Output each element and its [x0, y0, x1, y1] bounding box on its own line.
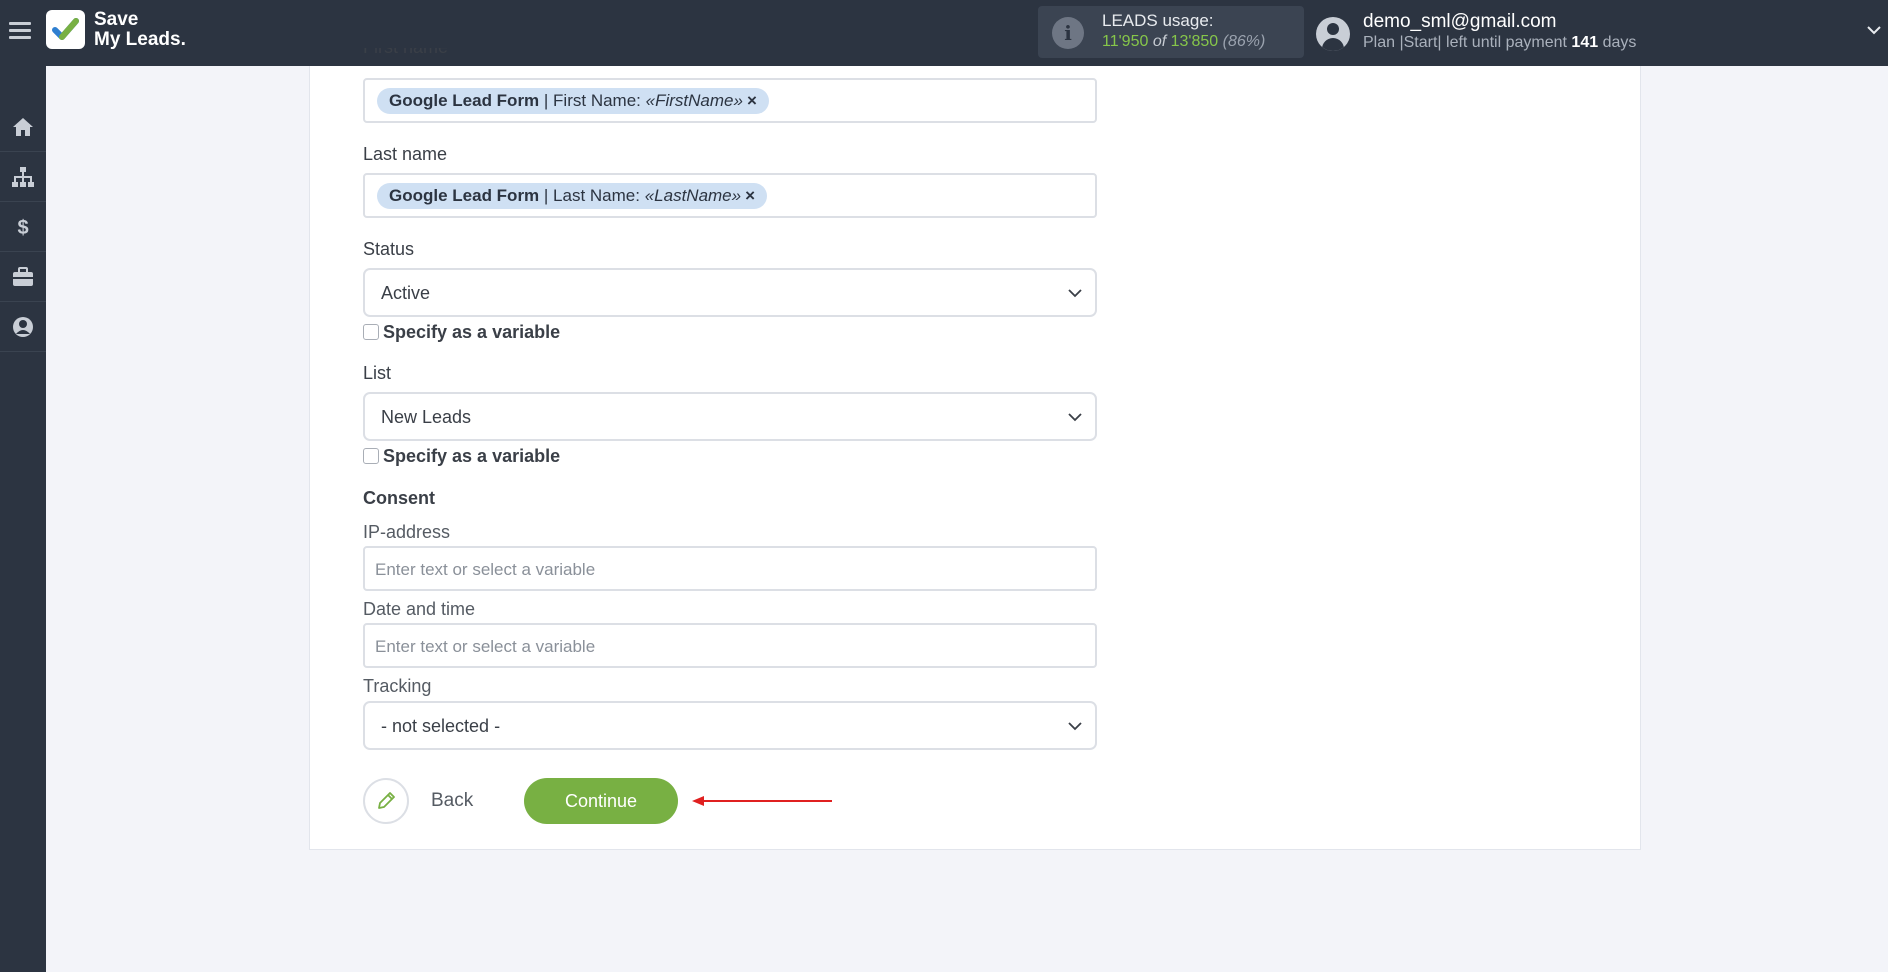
tracking-label: Tracking — [363, 676, 432, 696]
chip-source: Google Lead Form — [389, 91, 540, 110]
back-label[interactable]: Back — [431, 790, 473, 812]
status-variable-row[interactable]: Specify as a variable — [363, 321, 560, 343]
plan-info: Plan |Start| left until payment 141 days — [1363, 34, 1636, 52]
list-select[interactable]: New Leads — [363, 392, 1097, 441]
chip-source: Google Lead Form — [389, 186, 540, 205]
remove-chip-icon[interactable]: × — [747, 91, 757, 110]
date-time-placeholder: Enter text or select a variable — [375, 637, 596, 656]
svg-text:$: $ — [17, 217, 28, 239]
continue-button[interactable]: Continue — [524, 778, 678, 824]
tracking-select[interactable]: - not selected - — [363, 701, 1097, 750]
dollar-icon: $ — [17, 217, 28, 239]
home-icon — [13, 117, 33, 136]
date-time-label: Date and time — [363, 599, 476, 619]
logo-text[interactable]: Save My Leads. — [94, 10, 186, 50]
sidebar-item-home[interactable] — [0, 102, 46, 152]
chevron-down-icon — [1068, 722, 1082, 731]
status-value: Active — [381, 283, 431, 303]
chip-variable: «LastName» — [644, 186, 742, 205]
ip-address-label: IP-address — [363, 522, 451, 542]
top-bar: Save My Leads. i LEADS usage: 11'950 of … — [0, 0, 1888, 66]
list-variable-checkbox[interactable] — [363, 448, 379, 464]
sidebar: $ — [0, 66, 46, 972]
usage-value: 11'950 of 13'850 (86%) — [1102, 33, 1265, 51]
status-select[interactable]: Active — [363, 268, 1097, 317]
back-button[interactable]: Back — [363, 778, 473, 824]
sidebar-item-connections[interactable] — [0, 152, 46, 202]
usage-percent: (86%) — [1222, 33, 1266, 50]
info-icon[interactable]: i — [1052, 17, 1084, 49]
logo-line1: Save — [94, 9, 139, 30]
list-variable-row[interactable]: Specify as a variable — [363, 445, 560, 467]
sidebar-item-tools[interactable] — [0, 252, 46, 302]
menu-icon[interactable] — [9, 22, 31, 40]
chevron-down-icon — [1068, 413, 1082, 422]
list-value: New Leads — [381, 407, 472, 427]
list-label: List — [363, 363, 392, 383]
plan-days: 141 — [1571, 34, 1599, 51]
plan-prefix: Plan |Start| left until payment — [1363, 34, 1567, 51]
user-email[interactable]: demo_sml@gmail.com — [1363, 11, 1557, 33]
logo-icon[interactable] — [46, 10, 85, 49]
first-name-chip[interactable]: Google Lead Form | First Name: «FirstNam… — [377, 88, 769, 114]
pencil-icon[interactable] — [363, 778, 409, 824]
usage-total: 13'850 — [1170, 33, 1219, 50]
last-name-label: Last name — [363, 144, 448, 164]
chevron-down-icon[interactable] — [1866, 22, 1882, 38]
remove-chip-icon[interactable]: × — [745, 186, 755, 205]
first-name-label: First name — [363, 48, 448, 62]
briefcase-icon — [13, 266, 33, 286]
usage-title: LEADS usage: — [1102, 11, 1214, 30]
first-name-field[interactable]: Google Lead Form | First Name: «FirstNam… — [363, 78, 1097, 123]
ip-address-input[interactable]: Enter text or select a variable — [363, 546, 1097, 591]
logo-line2: My Leads. — [94, 29, 186, 50]
sitemap-icon — [12, 166, 34, 187]
usage-used: 11'950 — [1102, 33, 1149, 50]
plan-suffix: days — [1602, 34, 1637, 51]
date-time-input[interactable]: Enter text or select a variable — [363, 623, 1097, 668]
consent-heading: Consent — [363, 488, 435, 508]
last-name-field[interactable]: Google Lead Form | Last Name: «LastName»… — [363, 173, 1097, 218]
status-label: Status — [363, 239, 415, 259]
chip-field: | First Name: — [539, 91, 646, 110]
sidebar-item-billing[interactable]: $ — [0, 202, 46, 252]
chevron-down-icon — [1068, 289, 1082, 298]
status-variable-label: Specify as a variable — [383, 321, 561, 342]
sidebar-item-account[interactable] — [0, 302, 46, 352]
chip-field: | Last Name: — [539, 186, 645, 205]
user-icon — [13, 316, 33, 337]
leads-usage-panel: i LEADS usage: 11'950 of 13'850 (86%) — [1038, 6, 1304, 58]
tracking-value: - not selected - — [381, 716, 501, 736]
avatar[interactable] — [1316, 17, 1350, 51]
usage-of: of — [1152, 33, 1167, 50]
ip-address-placeholder: Enter text or select a variable — [375, 560, 596, 579]
list-variable-label: Specify as a variable — [383, 445, 561, 466]
chip-variable: «FirstName» — [645, 91, 743, 110]
status-variable-checkbox[interactable] — [363, 324, 379, 340]
red-arrow-annotation — [692, 796, 832, 806]
last-name-chip[interactable]: Google Lead Form | Last Name: «LastName»… — [377, 183, 768, 209]
